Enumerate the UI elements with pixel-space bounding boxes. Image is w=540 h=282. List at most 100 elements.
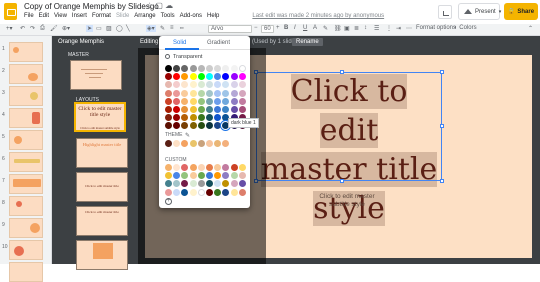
menu-addons[interactable]: Add-ons (180, 13, 202, 19)
color-swatch[interactable] (165, 81, 172, 89)
font-size-decrease-icon[interactable]: − (254, 25, 258, 31)
color-swatch[interactable] (214, 65, 222, 72)
indent-icon[interactable]: ⇥ (396, 25, 401, 32)
color-swatch[interactable] (197, 114, 205, 122)
color-swatch[interactable] (181, 114, 189, 122)
color-swatch[interactable] (197, 89, 205, 97)
color-swatch[interactable] (189, 164, 197, 171)
color-swatch[interactable] (238, 188, 246, 196)
color-swatch[interactable] (189, 122, 197, 130)
color-swatch[interactable] (230, 97, 238, 105)
slide-thumbnail[interactable] (9, 218, 43, 238)
menu-arrange[interactable]: Arrange (134, 13, 155, 19)
color-swatch[interactable] (181, 188, 189, 196)
layout-thumbnail[interactable] (76, 240, 128, 270)
border-dash-icon[interactable]: ┅ (180, 25, 184, 32)
format-options-button[interactable]: Format options (416, 25, 456, 31)
collapse-toolbar-icon[interactable]: ⌃ (528, 25, 533, 32)
color-swatch[interactable] (238, 73, 246, 81)
color-swatch[interactable] (181, 172, 189, 180)
color-swatch[interactable] (222, 164, 230, 171)
font-size-input[interactable]: 60 (261, 25, 274, 33)
resize-handle[interactable] (340, 179, 344, 183)
color-swatch[interactable] (206, 188, 213, 196)
color-swatch[interactable] (173, 106, 181, 113)
color-swatch[interactable] (238, 180, 246, 188)
color-swatch[interactable] (206, 81, 213, 89)
color-swatch[interactable] (181, 106, 189, 113)
slide-thumbnail[interactable] (9, 42, 43, 62)
color-swatch[interactable] (214, 188, 222, 196)
star-icon[interactable]: ☆ ▢ ☁ (146, 1, 173, 10)
color-swatch[interactable] (173, 140, 181, 147)
color-swatch[interactable] (189, 140, 197, 147)
color-swatch[interactable] (173, 172, 181, 180)
layout-thumbnail-selected[interactable]: Click to edit master title style Click t… (74, 102, 126, 132)
slide-thumbnail[interactable] (9, 174, 43, 194)
slide-thumbnail[interactable] (9, 240, 43, 260)
align-icon[interactable]: ≣ (354, 25, 359, 32)
comment-icon[interactable]: ▣ (344, 25, 350, 32)
color-swatch[interactable] (206, 172, 213, 180)
color-swatch[interactable] (181, 65, 189, 72)
slides-logo-icon[interactable] (4, 3, 17, 20)
color-swatch[interactable] (165, 114, 172, 122)
color-swatch[interactable] (189, 114, 197, 122)
color-swatch[interactable] (222, 180, 230, 188)
color-swatch[interactable] (189, 97, 197, 105)
color-swatch[interactable] (181, 97, 189, 105)
color-swatch[interactable] (238, 65, 246, 72)
border-color-icon[interactable]: ✎ (160, 25, 165, 32)
color-swatch[interactable] (197, 73, 205, 81)
color-swatch[interactable] (197, 172, 205, 180)
color-swatch[interactable] (230, 180, 238, 188)
color-swatch[interactable] (214, 180, 222, 188)
color-swatch[interactable] (197, 188, 205, 196)
colors-button[interactable]: ◐ Colors (454, 25, 477, 31)
color-swatch[interactable] (197, 140, 205, 147)
color-swatch[interactable] (206, 122, 213, 130)
line-spacing-icon[interactable]: ↕ (364, 25, 367, 31)
color-swatch[interactable] (189, 106, 197, 113)
color-swatch[interactable] (206, 180, 213, 188)
color-swatch[interactable] (173, 180, 181, 188)
resize-handle[interactable] (340, 70, 344, 74)
layout-thumbnail[interactable]: Click to edit master title (76, 206, 128, 236)
edit-theme-icon[interactable]: ✎ (185, 132, 190, 139)
color-swatch[interactable] (222, 140, 230, 147)
resize-handle[interactable] (440, 179, 444, 183)
color-swatch[interactable] (214, 114, 222, 122)
color-swatch[interactable] (197, 180, 205, 188)
last-edit-link[interactable]: Last edit was made 2 minutes ago by anon… (252, 13, 384, 19)
color-swatch[interactable] (173, 188, 181, 196)
color-swatch[interactable] (197, 65, 205, 72)
text-color-icon[interactable]: A (313, 25, 317, 31)
color-swatch[interactable] (214, 140, 222, 147)
color-swatch[interactable] (181, 164, 189, 171)
color-swatch[interactable] (173, 89, 181, 97)
color-swatch[interactable] (238, 172, 246, 180)
color-swatch[interactable] (222, 172, 230, 180)
font-size-increase-icon[interactable]: + (276, 25, 280, 31)
present-button[interactable]: Present ▾ (458, 3, 501, 20)
layout-thumbnail[interactable]: Click to edit master title (76, 172, 128, 202)
color-swatch[interactable] (222, 81, 230, 89)
transparent-option[interactable]: Transparent (165, 54, 202, 60)
color-swatch[interactable] (230, 89, 238, 97)
color-swatch[interactable] (238, 106, 246, 113)
share-button[interactable]: 🔒 Share (504, 3, 538, 20)
color-swatch[interactable] (165, 106, 172, 113)
slide-thumbnail[interactable] (9, 196, 43, 216)
color-swatch[interactable] (206, 89, 213, 97)
color-swatch[interactable] (181, 73, 189, 81)
highlight-icon[interactable]: ✎ (323, 25, 328, 32)
rename-button[interactable]: Rename (292, 38, 323, 46)
menu-edit[interactable]: Edit (39, 13, 49, 19)
tab-solid[interactable]: Solid (173, 40, 186, 46)
master-thumbnail[interactable] (70, 60, 122, 90)
shape-icon[interactable]: ◯ (116, 25, 123, 32)
menu-slide[interactable]: Slide (116, 13, 129, 19)
color-swatch[interactable] (230, 65, 238, 72)
menu-help[interactable]: Help (207, 13, 219, 19)
bold-icon[interactable]: B (284, 25, 288, 31)
